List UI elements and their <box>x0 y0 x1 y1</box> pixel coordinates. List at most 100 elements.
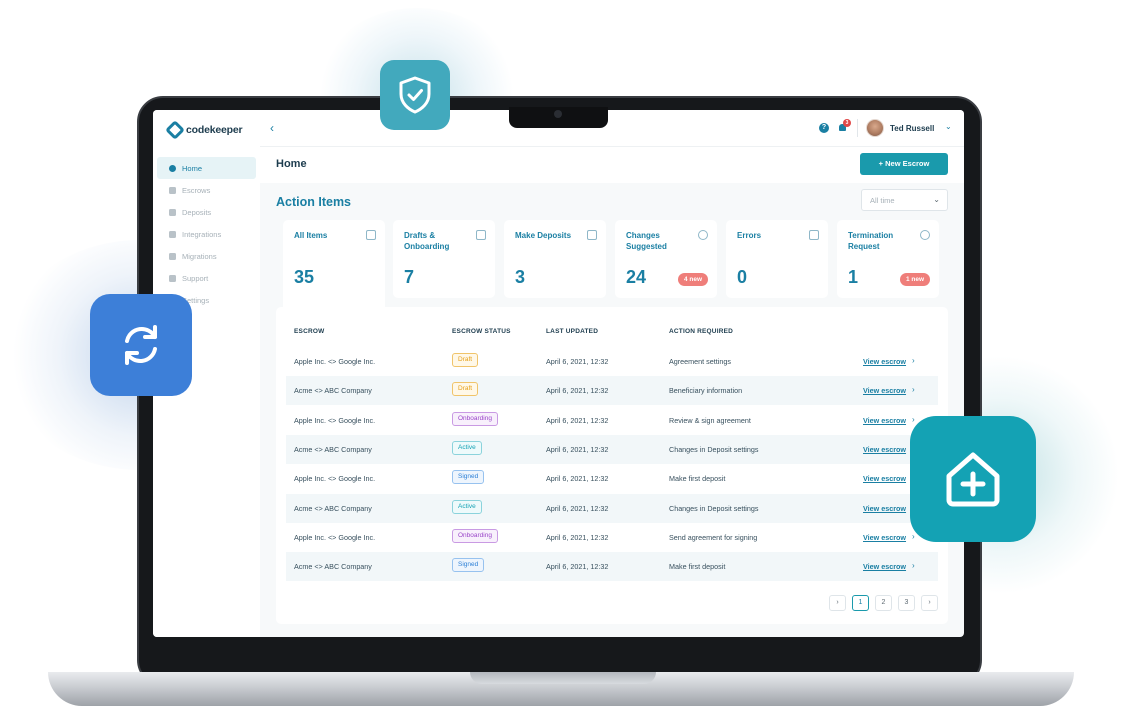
sidebar-item-label: Migrations <box>182 251 217 261</box>
view-escrow-link[interactable]: View escrow <box>863 357 906 366</box>
action-card[interactable]: All Items 35 <box>283 220 385 310</box>
view-escrow-link[interactable]: View escrow <box>863 386 906 395</box>
card-value: 1 <box>848 267 859 287</box>
chevron-right-icon[interactable]: › <box>912 356 915 365</box>
chevron-down-icon[interactable]: ⌄ <box>945 122 952 131</box>
document-icon <box>169 208 176 216</box>
card-label: Drafts & Onboarding <box>404 231 450 251</box>
status-badge: Signed <box>452 470 485 485</box>
last-updated: April 6, 2021, 12:32 <box>546 474 609 484</box>
card-value: 7 <box>404 267 415 287</box>
last-updated: April 6, 2021, 12:32 <box>546 562 609 572</box>
page-button[interactable]: 3 <box>898 595 915 611</box>
sidebar-item-home[interactable]: Home <box>157 157 256 179</box>
help-icon[interactable]: ? <box>819 123 829 133</box>
sidebar-item-support[interactable]: Support <box>157 267 256 289</box>
card-label: Changes Suggested <box>626 231 667 251</box>
action-card[interactable]: Changes Suggested 24 4 new <box>615 220 717 298</box>
action-card[interactable]: Errors 0 <box>726 220 828 298</box>
last-updated: April 6, 2021, 12:32 <box>546 386 609 396</box>
table-row: Apple Inc. <> Google Inc. Onboarding April… <box>286 523 938 552</box>
avatar[interactable] <box>866 119 884 137</box>
escrow-name: Apple Inc. <> Google Inc. <box>294 415 376 425</box>
last-updated: April 6, 2021, 12:32 <box>546 357 609 366</box>
table-row: Acme <> ABC Company Draft April 6, 2021, 1… <box>286 376 938 406</box>
laptop-base-notch <box>470 672 656 684</box>
action-required: Changes in Deposit settings <box>669 444 759 454</box>
action-required: Make first deposit <box>669 474 726 484</box>
escrow-name: Acme <> ABC Company <box>294 444 372 454</box>
logo-icon <box>165 120 185 140</box>
time-filter-value: All time <box>870 196 895 205</box>
column-header: ACTION REQUIRED <box>669 328 734 335</box>
chevron-down-icon: ⌄ <box>933 195 940 204</box>
chat-icon <box>169 274 176 282</box>
chevron-right-icon[interactable]: › <box>912 385 915 394</box>
card-label: Termination Request <box>848 231 894 251</box>
status-badge: Draft <box>452 382 479 397</box>
home-icon <box>169 164 176 172</box>
sync-icon <box>125 325 157 365</box>
card-label: All Items <box>294 231 328 240</box>
chevron-right-icon[interactable]: › <box>912 415 915 424</box>
action-required: Changes in Deposit settings <box>669 503 759 513</box>
view-escrow-link[interactable]: View escrow <box>863 562 906 571</box>
action-card[interactable]: Termination Request 1 1 new <box>837 220 939 298</box>
warning-icon <box>809 230 819 240</box>
action-required: Make first deposit <box>669 562 726 572</box>
sidebar-item-escrows[interactable]: Escrows <box>157 179 256 201</box>
sidebar-item-label: Deposits <box>182 207 212 217</box>
last-updated: April 6, 2021, 12:32 <box>546 503 609 513</box>
table-row: Apple Inc. <> Google Inc. Signed April 6, … <box>286 464 938 493</box>
chevron-right-icon[interactable]: › <box>912 532 915 541</box>
action-card[interactable]: Make Deposits 3 <box>504 220 606 298</box>
camera-icon <box>554 110 562 118</box>
view-escrow-link[interactable]: View escrow <box>863 533 906 542</box>
notification-badge: 3 <box>843 119 851 127</box>
status-badge: Draft <box>452 353 479 367</box>
view-escrow-link[interactable]: View escrow <box>863 474 906 483</box>
view-escrow-link[interactable]: View escrow <box>863 416 906 425</box>
house-plus-tile <box>910 416 1036 542</box>
next-page-button[interactable]: › <box>921 595 938 611</box>
page-button[interactable]: 1 <box>852 595 869 611</box>
sidebar-item-deposits[interactable]: Deposits <box>157 201 256 223</box>
card-value: 3 <box>515 267 526 287</box>
new-escrow-button[interactable]: + New Escrow <box>860 153 948 175</box>
grid-icon <box>169 230 176 238</box>
logo[interactable]: codekeeper <box>165 120 243 140</box>
page-button[interactable]: 2 <box>875 595 892 611</box>
action-required: Review & sign agreement <box>669 415 751 425</box>
sidebar-item-integrations[interactable]: Integrations <box>157 223 256 245</box>
edit-icon <box>476 230 486 240</box>
chevron-right-icon[interactable]: › <box>912 561 915 570</box>
logo-text: codekeeper <box>186 124 243 136</box>
view-escrow-link[interactable]: View escrow <box>863 504 906 513</box>
column-header: ESCROW STATUS <box>452 328 511 335</box>
column-header: LAST UPDATED <box>546 328 599 335</box>
card-label: Make Deposits <box>515 231 572 240</box>
list-icon <box>366 230 376 240</box>
prev-page-button[interactable]: › <box>829 595 846 611</box>
close-circle-icon <box>920 230 930 240</box>
escrow-name: Acme <> ABC Company <box>294 386 372 396</box>
view-escrow-link[interactable]: View escrow <box>863 445 906 454</box>
action-items-title: Action Items <box>276 195 352 209</box>
card-label: Errors <box>737 231 762 240</box>
action-card[interactable]: Drafts & Onboarding 7 <box>393 220 495 298</box>
sidebar-item-label: Integrations <box>182 229 222 239</box>
action-required: Beneficiary information <box>669 386 743 396</box>
user-name[interactable]: Ted Russell <box>890 124 934 133</box>
collapse-sidebar-icon[interactable]: ‹ <box>270 121 274 135</box>
status-badge: Onboarding <box>452 411 498 426</box>
time-filter-select[interactable]: All time ⌄ <box>861 189 948 211</box>
card-value: 24 <box>626 267 647 287</box>
app-screen: codekeeper Home Escrows Deposits Integratio… <box>153 110 964 637</box>
gear-icon <box>698 230 708 240</box>
column-header: ESCROW <box>294 328 325 335</box>
page-title: Home <box>276 158 307 170</box>
shield-check-tile <box>380 60 450 130</box>
sidebar-item-migrations[interactable]: Migrations <box>157 245 256 267</box>
sidebar-item-label: Escrows <box>182 185 211 195</box>
last-updated: April 6, 2021, 12:32 <box>546 444 609 454</box>
